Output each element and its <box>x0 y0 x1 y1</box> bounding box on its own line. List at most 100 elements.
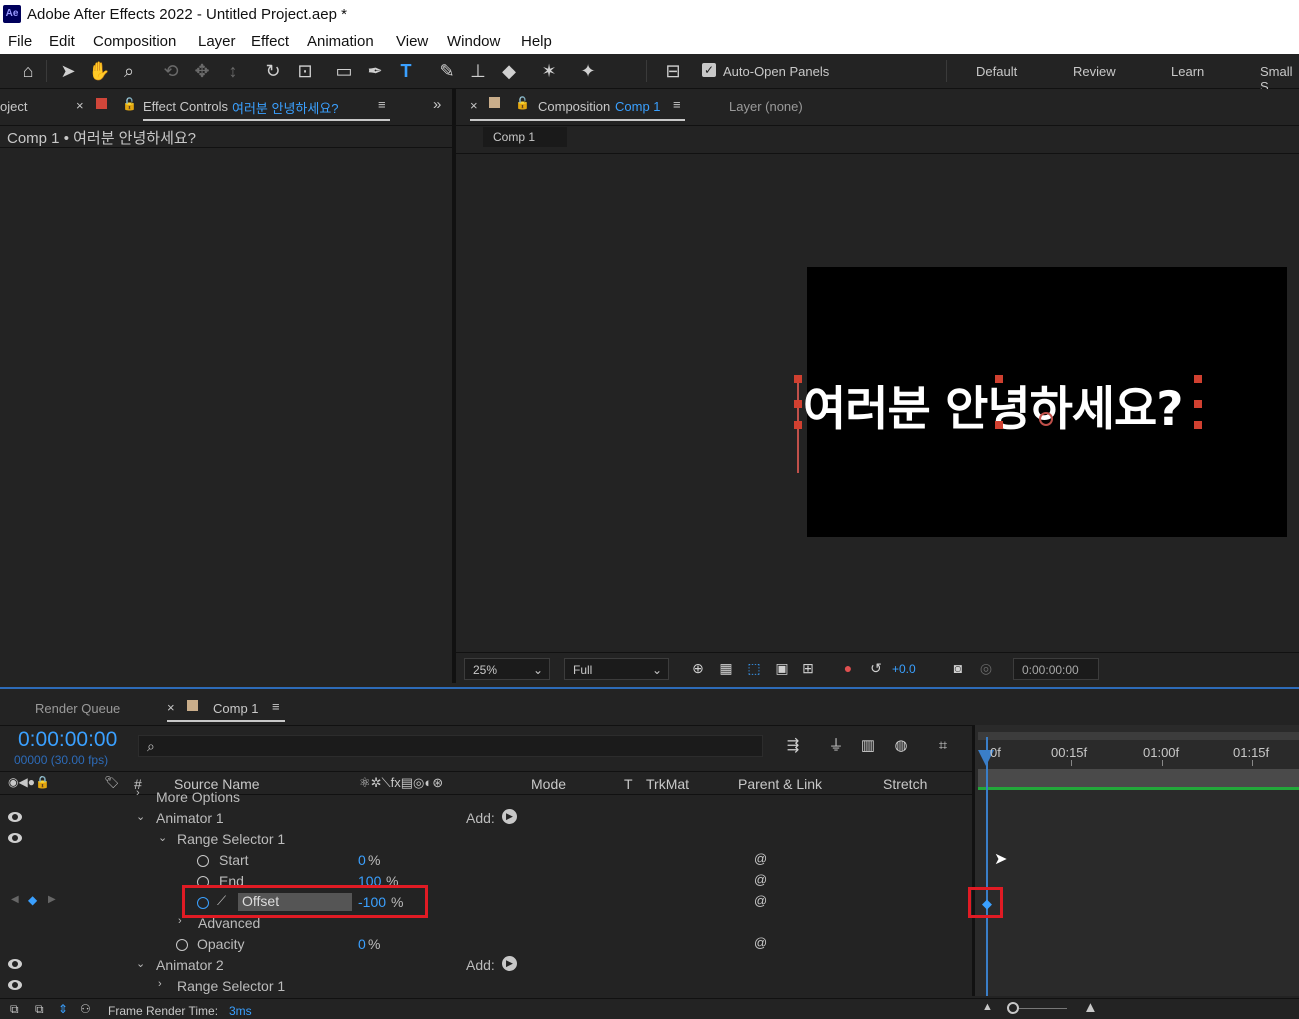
graph-editor-icon[interactable]: ⌗ <box>932 735 954 757</box>
comp-text-layer[interactable]: 여러분 안녕하세요? <box>803 370 1184 439</box>
project-tab[interactable]: oject <box>0 99 27 114</box>
menu-window[interactable]: Window <box>447 33 500 50</box>
type-tool-icon[interactable]: T <box>395 60 417 82</box>
menu-effect[interactable]: Effect <box>251 33 289 50</box>
eraser-tool-icon[interactable]: ◆ <box>498 60 520 82</box>
draft-3d-icon[interactable]: ⏚ <box>825 735 847 757</box>
resolution-dropdown[interactable]: Full ⌄ <box>564 658 669 680</box>
list-item[interactable]: ⌄ Animator 1 Add: ▶ <box>0 808 972 829</box>
render-queue-tab[interactable]: Render Queue <box>35 701 120 716</box>
anchor-point-tool-icon[interactable]: ⊡ <box>294 60 316 82</box>
panel-menu-icon[interactable]: ≡ <box>378 97 386 112</box>
home-icon[interactable]: ⌂ <box>17 60 39 82</box>
list-item[interactable]: ⌄ Range Selector 1 <box>0 829 972 850</box>
chevron-right-icon[interactable]: › <box>158 978 162 990</box>
more-panels-icon[interactable]: » <box>433 96 441 113</box>
chevron-down-icon[interactable]: ⌄ <box>136 957 145 970</box>
stopwatch-icon[interactable] <box>197 855 209 867</box>
layer-bar[interactable] <box>978 769 1299 787</box>
close-icon[interactable]: × <box>470 98 478 113</box>
exposure-value[interactable]: +0.0 <box>892 662 916 676</box>
property-row[interactable]: Start 0 % @ <box>0 850 972 871</box>
zoom-in-icon[interactable]: ▲ <box>1083 999 1098 1016</box>
panel-menu-icon[interactable]: ≡ <box>673 97 681 112</box>
dolly-camera-icon[interactable]: ↕ <box>222 60 244 82</box>
show-snapshot-icon[interactable]: ◎ <box>975 657 997 679</box>
chevron-down-icon[interactable]: ⌄ <box>158 831 167 844</box>
play-icon[interactable]: ▶ <box>502 956 517 971</box>
list-item[interactable]: › More Options <box>0 787 972 806</box>
safe-margins-icon[interactable]: ▣ <box>771 657 793 679</box>
pick-whip-icon[interactable]: @ <box>754 851 767 866</box>
transfer-controls-icon[interactable]: ⇕ <box>58 1002 68 1016</box>
menu-file[interactable]: File <box>8 33 32 50</box>
orbit-camera-icon[interactable]: ⟲ <box>160 60 182 82</box>
list-item[interactable]: ⌄ Animator 2 Add: ▶ <box>0 955 972 976</box>
prev-keyframe-icon[interactable]: ◀ <box>11 894 19 905</box>
start-value[interactable]: 0 <box>358 852 366 868</box>
close-icon[interactable]: × <box>167 700 175 715</box>
chevron-down-icon[interactable]: ⌄ <box>136 810 145 823</box>
play-icon[interactable]: ▶ <box>502 809 517 824</box>
composition-tab-name[interactable]: Comp 1 <box>615 99 661 114</box>
layer-switches-icon[interactable]: ⧉ <box>35 1002 44 1017</box>
mask-visibility-icon[interactable]: ⬚ <box>743 657 765 679</box>
eye-icon[interactable] <box>8 980 22 990</box>
stopwatch-icon[interactable] <box>176 939 188 951</box>
comp-timeline-tab[interactable]: Comp 1 <box>213 701 259 716</box>
layer-tab[interactable]: Layer (none) <box>729 99 803 114</box>
menu-composition[interactable]: Composition <box>93 33 176 50</box>
grid-guides-icon[interactable]: ⊞ <box>797 657 819 679</box>
workspace-review[interactable]: Review <box>1073 64 1116 79</box>
menu-layer[interactable]: Layer <box>198 33 236 50</box>
eye-icon[interactable] <box>8 959 22 969</box>
transparency-grid-icon[interactable]: ▦ <box>715 657 737 679</box>
puppet-pin-icon[interactable]: ✦ <box>577 60 599 82</box>
rotation-tool-icon[interactable]: ↻ <box>262 60 284 82</box>
hand-tool-icon[interactable]: ✋ <box>88 60 110 82</box>
auto-open-checkbox[interactable]: ✓ <box>702 63 716 77</box>
lock-icon[interactable]: 🔓 <box>515 96 530 110</box>
next-keyframe-icon[interactable]: ▶ <box>48 894 56 905</box>
workspace-panel-icon[interactable]: ⊟ <box>662 60 684 82</box>
effect-layer-name[interactable]: 여러분 안녕하세요? <box>232 98 339 117</box>
selection-tool-icon[interactable]: ➤ <box>57 60 79 82</box>
menu-animation[interactable]: Animation <box>307 33 374 50</box>
comp-subtab[interactable]: Comp 1 <box>483 127 567 147</box>
close-icon[interactable]: × <box>76 98 84 113</box>
motion-blur-icon[interactable]: ◍ <box>890 735 912 757</box>
channels-icon[interactable]: ● <box>837 657 859 679</box>
menu-help[interactable]: Help <box>521 33 552 50</box>
comp-flow-icon[interactable]: ⧉ <box>10 1002 19 1017</box>
keyframe-diamond-icon[interactable]: ◆ <box>28 893 37 907</box>
viewer-timecode[interactable]: 0:00:00:00 <box>1013 658 1099 680</box>
menu-edit[interactable]: Edit <box>49 33 75 50</box>
panel-menu-icon[interactable]: ≡ <box>272 699 280 714</box>
zoom-slider-handle[interactable] <box>1007 1002 1019 1014</box>
opacity-value[interactable]: 0 <box>358 936 366 952</box>
composition-viewer[interactable]: 여러분 안녕하세요? <box>803 267 1287 537</box>
property-row-offset[interactable]: ◀ ◆ ▶ ⟋ Offset -100 % @ <box>0 892 972 913</box>
list-item[interactable]: › Range Selector 1 <box>0 976 972 997</box>
composition-tab[interactable]: Composition <box>538 99 610 114</box>
lock-icon[interactable]: 🔓 <box>122 97 137 111</box>
composition-mini-flowchart-icon[interactable]: ⇶ <box>782 735 804 757</box>
pen-tool-icon[interactable]: ✒ <box>364 60 386 82</box>
workspace-learn[interactable]: Learn <box>1171 64 1204 79</box>
chevron-right-icon[interactable]: › <box>136 787 140 799</box>
anchor-point-icon[interactable] <box>1039 412 1053 426</box>
pick-whip-icon[interactable]: @ <box>754 872 767 887</box>
rectangle-tool-icon[interactable]: ▭ <box>333 60 355 82</box>
snapshot-camera-icon[interactable]: ◙ <box>947 657 969 679</box>
region-of-interest-icon[interactable]: ⊕ <box>687 657 709 679</box>
work-area-bar[interactable] <box>978 732 1299 740</box>
exposure-reset-icon[interactable]: ↺ <box>865 657 887 679</box>
property-row[interactable]: Opacity 0 % @ <box>0 934 972 955</box>
eye-icon[interactable] <box>8 833 22 843</box>
property-row[interactable]: End 100 % @ <box>0 871 972 892</box>
list-item[interactable]: › Advanced <box>0 913 972 934</box>
clone-stamp-icon[interactable]: ⊥ <box>467 60 489 82</box>
pick-whip-icon[interactable]: @ <box>754 935 767 950</box>
playhead-line[interactable] <box>986 737 988 996</box>
zoom-tool-icon[interactable]: ⌕ <box>118 60 140 82</box>
